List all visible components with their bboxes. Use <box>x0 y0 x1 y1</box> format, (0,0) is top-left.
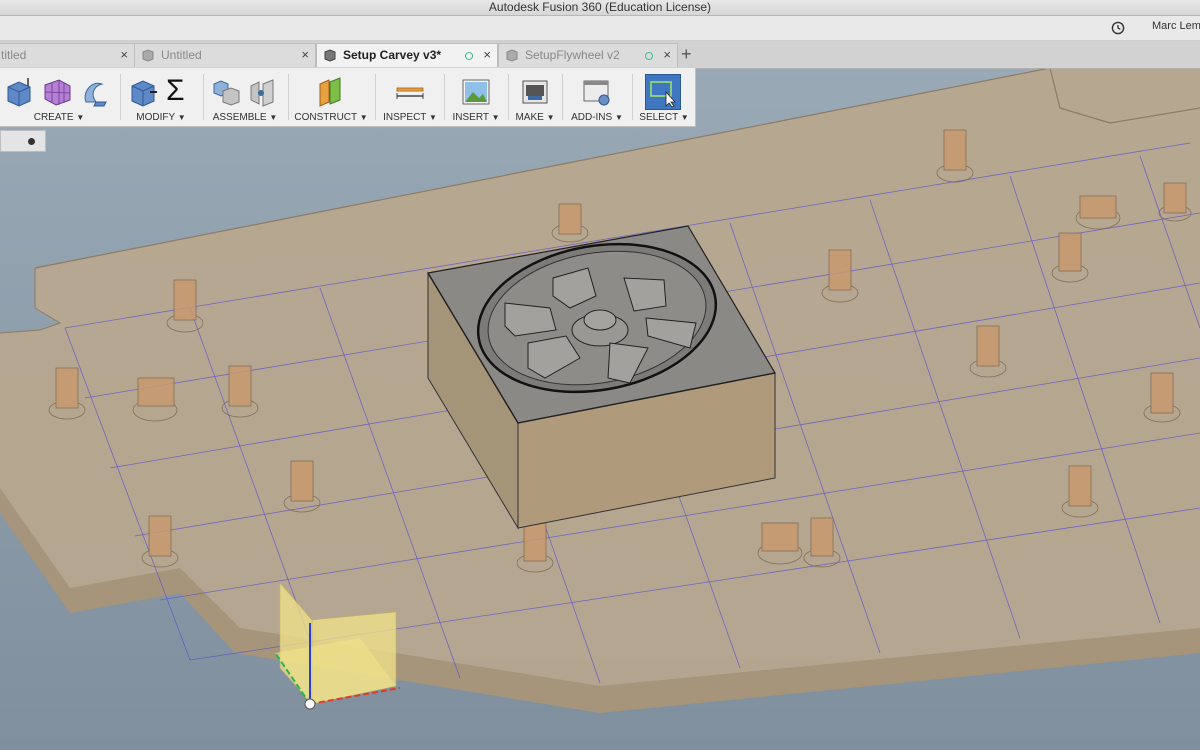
toolbar-group-assemble[interactable]: ASSEMBLE ▼ <box>205 68 285 126</box>
toolbar-group-label: ADD-INS ▼ <box>571 112 623 123</box>
tab-label: titled <box>1 48 27 62</box>
toolbar-separator <box>120 74 121 120</box>
toolbar-group-create[interactable]: CREATE ▼ <box>0 68 118 126</box>
joint-icon[interactable] <box>247 76 277 108</box>
document-icon <box>142 49 154 62</box>
toolbar-separator <box>444 74 445 120</box>
toolbar-separator <box>203 74 204 120</box>
toolbar-group-modify[interactable]: Σ MODIFY ▼ <box>122 68 200 126</box>
tab-untitled-1[interactable]: titled × <box>0 43 135 67</box>
toolbar-group-insert[interactable]: INSERT ▼ <box>446 68 506 126</box>
toolbar-group-label: INSPECT ▼ <box>383 112 437 123</box>
design-toolbar: CREATE ▼ Σ MODIFY ▼ ASSEMBLE ▼ CONSTRUCT… <box>0 68 696 127</box>
toolbar-group-add-ins[interactable]: ADD-INS ▼ <box>564 68 630 126</box>
tab-untitled-2[interactable]: Untitled × <box>134 43 316 67</box>
browser-panel-toggle[interactable] <box>0 130 46 152</box>
toolbar-separator <box>288 74 289 120</box>
toolbar-group-label: INSERT ▼ <box>452 112 500 123</box>
toolbar-group-inspect[interactable]: INSPECT ▼ <box>378 68 442 126</box>
toolbar-separator <box>508 74 509 120</box>
document-icon <box>506 49 518 62</box>
toolbar-group-label: CONSTRUCT ▼ <box>294 112 368 123</box>
window-title-bar: Autodesk Fusion 360 (Education License) <box>0 0 1200 16</box>
toolbar-group-make[interactable]: MAKE ▼ <box>510 68 560 126</box>
box-extrude-icon[interactable] <box>4 76 34 108</box>
toolbar-group-select[interactable]: SELECT ▼ <box>634 68 694 126</box>
sync-status-icon <box>645 52 653 60</box>
close-icon[interactable]: × <box>663 44 671 66</box>
image-icon[interactable] <box>461 76 491 108</box>
toolbar-group-label: ASSEMBLE ▼ <box>212 112 278 123</box>
clock-icon[interactable] <box>1111 21 1125 35</box>
sigma-icon[interactable]: Σ <box>166 74 185 108</box>
scripts-icon[interactable] <box>582 76 612 108</box>
tab-label: Setup Carvey v3* <box>343 48 442 62</box>
press-pull-icon[interactable] <box>128 76 158 108</box>
tab-label: Untitled <box>161 48 202 62</box>
toolbar-separator <box>375 74 376 120</box>
tab-label: SetupFlywheel v2 <box>525 48 620 62</box>
3d-print-icon[interactable] <box>520 76 550 108</box>
sweep-icon[interactable] <box>80 76 110 108</box>
new-component-icon[interactable] <box>211 76 241 108</box>
tab-setup-flywheel[interactable]: SetupFlywheel v2 × <box>498 43 678 67</box>
sync-status-icon <box>465 52 473 60</box>
document-icon <box>324 49 336 62</box>
window-title: Autodesk Fusion 360 (Education License) <box>488 0 712 14</box>
toolbar-separator <box>632 74 633 120</box>
add-tab-button[interactable]: + <box>681 43 692 65</box>
toolbar-separator <box>562 74 563 120</box>
browser-collapse-icon[interactable] <box>28 138 35 145</box>
form-grid-icon[interactable] <box>42 76 72 108</box>
plane-icon[interactable] <box>316 76 346 108</box>
close-icon[interactable]: × <box>120 44 128 66</box>
toolbar-group-label: CREATE ▼ <box>33 112 85 123</box>
document-tab-bar: titled × Untitled × Setup Carvey v3* × S… <box>0 41 1200 69</box>
user-bar: Marc Lem <box>0 16 1200 41</box>
toolbar-group-construct[interactable]: CONSTRUCT ▼ <box>290 68 372 126</box>
toolbar-group-label: MODIFY ▼ <box>136 112 186 123</box>
canvas-viewport[interactable] <box>0 68 1200 750</box>
close-icon[interactable]: × <box>483 44 491 66</box>
close-icon[interactable]: × <box>301 44 309 66</box>
select-window-icon[interactable] <box>648 76 678 108</box>
user-name[interactable]: Marc Lem <box>1152 20 1200 32</box>
measure-icon[interactable] <box>395 76 425 108</box>
toolbar-group-label: SELECT ▼ <box>639 112 689 123</box>
toolbar-group-label: MAKE ▼ <box>515 112 555 123</box>
tab-setup-carvey[interactable]: Setup Carvey v3* × <box>316 43 498 67</box>
